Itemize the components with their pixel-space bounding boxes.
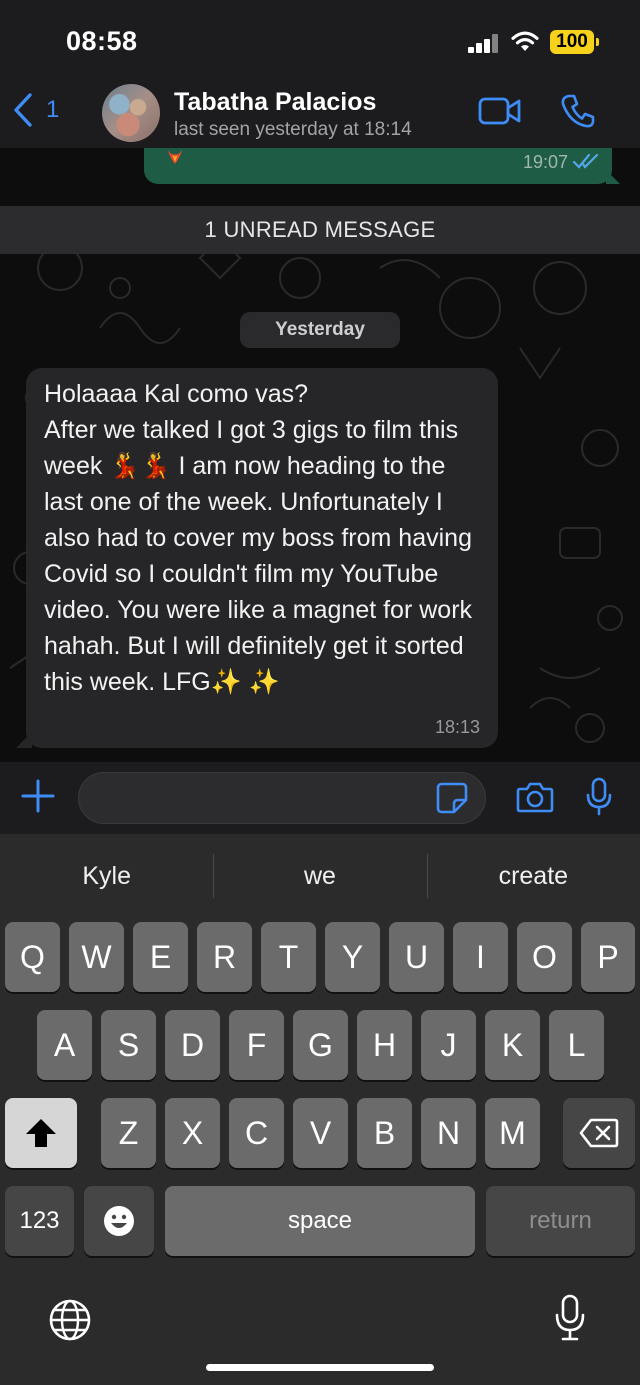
key-f[interactable]: F <box>229 1010 284 1080</box>
unread-chats-count: 1 <box>46 96 60 123</box>
key-c[interactable]: C <box>229 1098 284 1168</box>
shift-key[interactable] <box>5 1098 77 1168</box>
key-n[interactable]: N <box>421 1098 476 1168</box>
status-bar: 08:58 100 <box>0 0 640 80</box>
key-w[interactable]: W <box>69 922 124 992</box>
key-z[interactable]: Z <box>101 1098 156 1168</box>
keyboard: Kyle we create Q W E R T Y U I O P A S D… <box>0 834 640 1385</box>
signal-icon <box>468 33 500 53</box>
globe-icon[interactable] <box>48 1298 92 1342</box>
wifi-icon <box>511 31 539 51</box>
space-key[interactable]: space <box>165 1186 475 1256</box>
delete-key[interactable] <box>563 1098 635 1168</box>
microphone-icon[interactable] <box>585 777 613 817</box>
sent-message-bubble[interactable]: 19:07 <box>144 148 612 184</box>
key-m[interactable]: M <box>485 1098 540 1168</box>
predictive-suggestions: Kyle we create <box>0 844 640 908</box>
key-u[interactable]: U <box>389 922 444 992</box>
dictation-mic-icon[interactable] <box>553 1294 587 1342</box>
key-x[interactable]: X <box>165 1098 220 1168</box>
sent-message-time: 19:07 <box>522 152 568 172</box>
key-j[interactable]: J <box>421 1010 476 1080</box>
emoji-icon <box>104 1206 134 1236</box>
suggestion-3[interactable]: create <box>426 844 640 908</box>
message-input-bar <box>0 762 640 834</box>
plus-icon[interactable] <box>20 778 56 814</box>
status-time: 08:58 <box>66 26 138 56</box>
chat-header: 1 Tabatha Palacios last seen yesterday a… <box>0 80 640 148</box>
camera-icon[interactable] <box>516 780 554 814</box>
back-button[interactable]: 1 <box>12 92 59 128</box>
phone-call-icon[interactable] <box>560 93 596 129</box>
video-call-icon[interactable] <box>478 96 522 126</box>
emoji-key[interactable] <box>84 1186 154 1256</box>
key-k[interactable]: K <box>485 1010 540 1080</box>
message-input[interactable] <box>78 772 486 824</box>
fire-emoji-icon <box>168 150 182 164</box>
unread-messages-banner: 1 UNREAD MESSAGE <box>0 206 640 254</box>
key-p[interactable]: P <box>581 922 635 992</box>
received-message-bubble[interactable]: Holaaaa Kal como vas? After we talked I … <box>26 368 498 748</box>
key-i[interactable]: I <box>453 922 508 992</box>
key-l[interactable]: L <box>549 1010 604 1080</box>
key-a[interactable]: A <box>37 1010 92 1080</box>
key-q[interactable]: Q <box>5 922 60 992</box>
key-t[interactable]: T <box>261 922 316 992</box>
key-b[interactable]: B <box>357 1098 412 1168</box>
return-key[interactable]: return <box>486 1186 635 1256</box>
key-g[interactable]: G <box>293 1010 348 1080</box>
key-h[interactable]: H <box>357 1010 412 1080</box>
shift-arrow-icon <box>26 1119 56 1147</box>
key-s[interactable]: S <box>101 1010 156 1080</box>
battery-indicator: 100 <box>550 30 599 54</box>
numbers-key[interactable]: 123 <box>5 1186 74 1256</box>
backspace-icon <box>579 1118 619 1148</box>
last-seen-status: last seen yesterday at 18:14 <box>174 119 412 140</box>
received-message-time: 18:13 <box>434 717 480 737</box>
date-separator: Yesterday <box>240 312 400 348</box>
home-indicator[interactable] <box>206 1364 434 1371</box>
key-d[interactable]: D <box>165 1010 220 1080</box>
key-v[interactable]: V <box>293 1098 348 1168</box>
key-y[interactable]: Y <box>325 922 380 992</box>
key-r[interactable]: R <box>197 922 252 992</box>
read-receipt-icon <box>572 153 599 169</box>
contact-name[interactable]: Tabatha Palacios <box>174 88 376 117</box>
chat-area[interactable]: 19:07 1 UNREAD MESSAGE Yesterday Holaaaa… <box>0 148 640 762</box>
avatar[interactable] <box>102 84 160 142</box>
received-message-text: Holaaaa Kal como vas? After we talked I … <box>44 380 473 696</box>
chevron-left-icon <box>14 93 32 127</box>
key-o[interactable]: O <box>517 922 572 992</box>
suggestion-2[interactable]: we <box>213 844 426 908</box>
key-e[interactable]: E <box>133 922 188 992</box>
suggestion-1[interactable]: Kyle <box>0 844 213 908</box>
sticker-icon[interactable] <box>436 782 468 814</box>
